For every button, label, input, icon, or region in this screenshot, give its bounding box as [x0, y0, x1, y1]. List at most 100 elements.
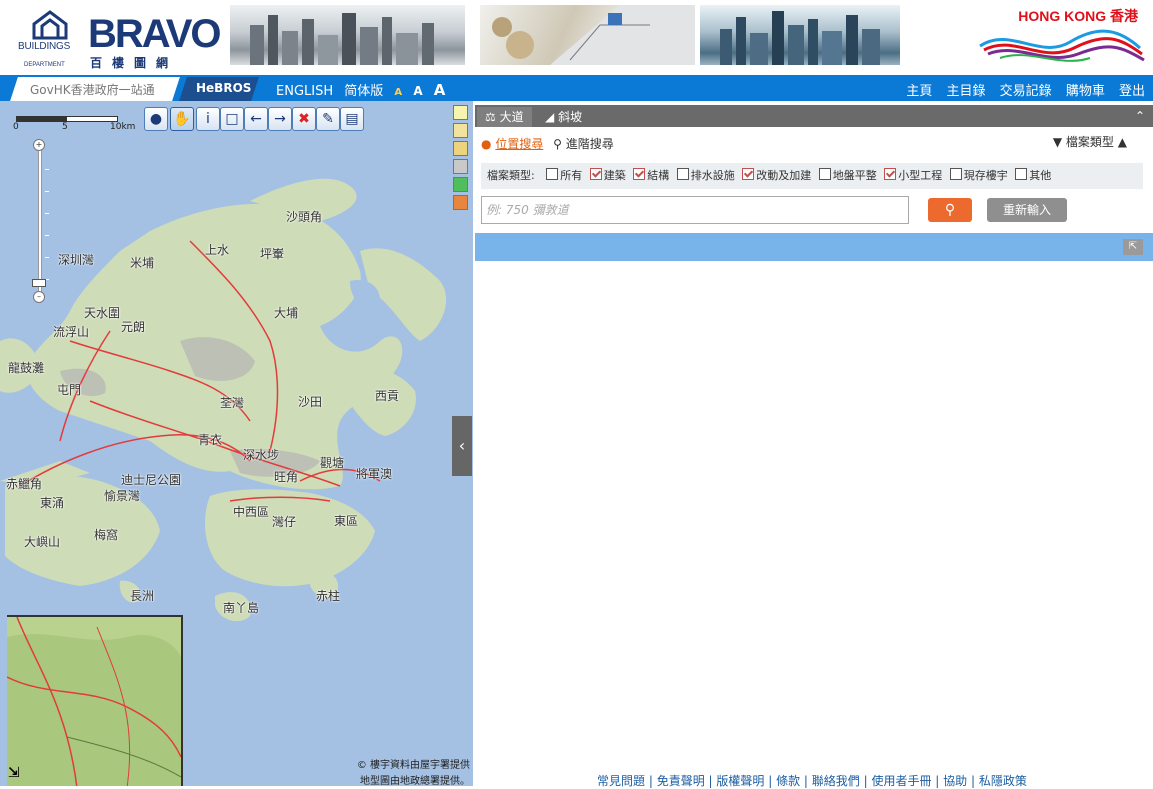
map-label: 梅窩 — [94, 528, 119, 542]
department-name: BUILDINGS — [18, 41, 71, 52]
map-label: 坪輋 — [260, 247, 285, 261]
house-logo-icon — [32, 10, 68, 40]
type-label: 結構 — [647, 169, 670, 182]
govhk-link[interactable]: GovHK香港政府一站通 — [30, 81, 155, 98]
forward-arrow-icon[interactable]: → — [268, 107, 292, 131]
collapse-caret-icon[interactable]: ⌃ — [1135, 109, 1145, 123]
search-button[interactable]: ⚲ — [928, 198, 972, 222]
english-link[interactable]: ENGLISH — [276, 84, 333, 99]
checkbox-all[interactable] — [546, 168, 559, 180]
brand-hong-kong-logo[interactable]: HONG KONG 香港 — [970, 8, 1150, 70]
nav-cart[interactable]: 購物車 — [1066, 84, 1105, 99]
banner-photo-skyline — [230, 5, 465, 65]
map-label: 東區 — [334, 514, 359, 528]
layer-swatch-4[interactable] — [453, 159, 468, 174]
map-label: 深圳灣 — [58, 253, 95, 267]
map-label: 長洲 — [130, 589, 155, 603]
credit-line-1: © 樓宇資料由屋宇署提供 — [356, 760, 470, 771]
type-label: 地盤平整 — [832, 169, 877, 182]
checkbox-existing-building[interactable] — [949, 168, 962, 180]
zoom-in-icon[interactable]: + — [33, 139, 45, 151]
nav-main-menu[interactable]: 主目錄 — [947, 84, 986, 99]
checkbox-drainage[interactable] — [676, 168, 689, 180]
clear-icon[interactable]: ✖ — [292, 107, 316, 131]
collapse-panel-button[interactable]: ‹ — [452, 416, 472, 476]
location-search-link[interactable]: 位置搜尋 — [495, 137, 543, 151]
reset-button[interactable]: 重新輸入 — [987, 198, 1067, 222]
layer-swatch-2[interactable] — [453, 123, 468, 138]
tab-street[interactable]: ⚖ 大道 — [477, 107, 532, 127]
checkbox-structural[interactable] — [633, 168, 646, 180]
info-icon[interactable]: i — [196, 107, 220, 131]
map-label: 愉景灣 — [104, 489, 141, 503]
eraser-icon[interactable]: ✎ — [316, 107, 340, 131]
map-label: 赤柱 — [316, 589, 341, 603]
globe-icon[interactable]: ● — [144, 107, 168, 131]
font-size-large[interactable]: A — [434, 81, 446, 99]
map-label: 南丫島 — [223, 601, 260, 615]
scale-label-10km: 10km — [110, 122, 136, 132]
advanced-search-link[interactable]: 進階搜尋 — [566, 137, 614, 151]
file-type-filters: 檔案類型: 所有 建築 結構 排水設施 改動及加建 地盤平整 小型工程 現存樓宇… — [481, 163, 1143, 189]
banner-photo-plans — [480, 5, 695, 65]
scale-label-5: 5 — [62, 122, 68, 132]
results-header-bar: ⇱ — [475, 233, 1153, 261]
filter-icon: ▼ — [1052, 135, 1063, 149]
address-search-input[interactable]: 例: 750 彌敦道 — [481, 196, 909, 224]
checkbox-site-formation[interactable] — [818, 168, 831, 180]
map-label: 荃灣 — [220, 396, 245, 410]
buildings-department-logo[interactable]: BUILDINGS DEPARTMENT — [18, 10, 78, 68]
type-label: 小型工程 — [898, 169, 943, 182]
map-label: 大埔 — [274, 306, 299, 320]
book-icon[interactable]: ▤ — [340, 107, 364, 131]
map-label: 赤鱲角 — [6, 477, 43, 491]
nav-logout[interactable]: 登出 — [1119, 84, 1145, 99]
brand-hong-kong-text: HONG KONG 香港 — [1018, 8, 1138, 24]
checkbox-minor-works[interactable] — [884, 168, 897, 180]
layer-swatch-5[interactable] — [453, 177, 468, 192]
scale-label-0: 0 — [13, 122, 19, 132]
type-label: 改動及加建 — [756, 169, 812, 182]
bravo-subtitle: 百樓圖網 — [90, 56, 179, 70]
checkbox-building[interactable] — [589, 168, 602, 180]
location-pin-icon: ● — [481, 137, 492, 151]
font-size-small[interactable]: A — [394, 87, 402, 98]
file-type-label: 檔案類型 — [1065, 135, 1114, 149]
zoom-thumb[interactable] — [32, 279, 46, 287]
map-label: 大嶼山 — [24, 535, 61, 549]
top-nav-bar: GovHK香港政府一站通 HeBROS ENGLISH 简体版 A A A 主頁… — [0, 75, 1153, 101]
simplified-chinese-link[interactable]: 简体版 — [344, 84, 383, 99]
tab-slope[interactable]: ◢ 斜坡 — [537, 107, 590, 127]
map-label: 龍鼓灘 — [8, 361, 45, 375]
map-label: 屯門 — [57, 383, 82, 397]
tab-slope-label: 斜坡 — [558, 110, 583, 124]
layer-swatch-1[interactable] — [453, 105, 468, 120]
select-box-icon[interactable]: □ — [220, 107, 244, 131]
map-label: 上水 — [205, 243, 230, 257]
department-name-line2: DEPARTMENT — [24, 62, 65, 68]
map-label: 迪士尼公園 — [121, 473, 182, 487]
type-label: 現存樓宇 — [963, 169, 1008, 182]
checkbox-alterations[interactable] — [742, 168, 755, 180]
nav-transactions[interactable]: 交易記錄 — [1000, 84, 1052, 99]
person-search-icon: ⚲ — [553, 137, 562, 151]
nav-home[interactable]: 主頁 — [906, 84, 932, 99]
file-type-toggle[interactable]: ▼ 檔案類型 ▲ — [1053, 133, 1127, 150]
back-arrow-icon[interactable]: ← — [244, 107, 268, 131]
zoom-slider[interactable]: + – — [32, 139, 49, 303]
checkbox-others[interactable] — [1015, 168, 1028, 180]
zoom-out-icon[interactable]: – — [33, 291, 45, 303]
fullscreen-toggle-icon[interactable]: ⇲ — [8, 765, 30, 785]
bravo-logo[interactable]: BRAVO — [88, 14, 221, 54]
hebros-link[interactable]: HeBROS — [196, 81, 251, 95]
map-panel[interactable]: 0 5 10km ● ✋ i □ ← → ✖ ✎ ▤ + – 沙頭角 上水 深圳… — [0, 101, 473, 786]
map-credits: © 樓宇資料由屋宇署提供 地型圖由地政總署提供。 — [330, 758, 470, 786]
hand-icon[interactable]: ✋ — [170, 107, 194, 131]
map-label: 流浮山 — [53, 325, 90, 339]
font-size-medium[interactable]: A — [413, 84, 422, 98]
map-label: 深水埗 — [243, 448, 280, 462]
layer-swatch-3[interactable] — [453, 141, 468, 156]
layer-swatch-6[interactable] — [453, 195, 468, 210]
expand-results-icon[interactable]: ⇱ — [1123, 239, 1143, 255]
overview-map[interactable] — [7, 615, 183, 786]
